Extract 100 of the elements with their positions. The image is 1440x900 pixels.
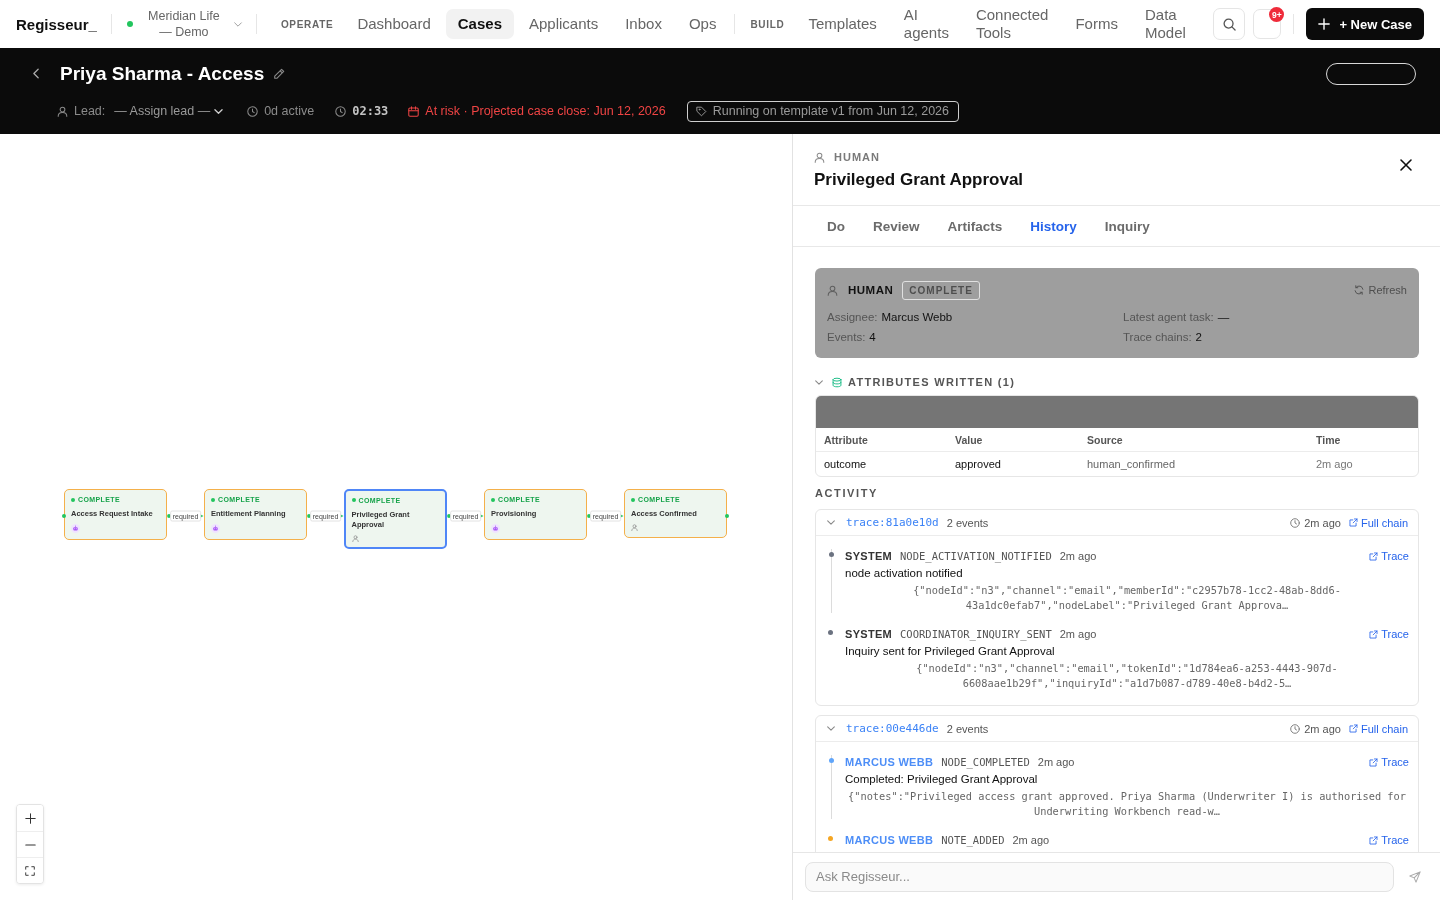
event-type: COORDINATOR_INQUIRY_SENT xyxy=(900,628,1052,640)
panel-tab[interactable]: Review xyxy=(859,206,934,246)
new-case-button[interactable]: + New Case xyxy=(1306,8,1424,40)
nav-link[interactable]: Applicants xyxy=(516,9,611,39)
user-icon xyxy=(827,284,838,296)
trace-link[interactable]: Trace xyxy=(1369,834,1409,846)
nav-link[interactable]: Inbox xyxy=(613,9,674,39)
nav-link[interactable]: Cases xyxy=(445,9,514,39)
external-link-icon xyxy=(1348,518,1358,527)
close-icon xyxy=(1400,159,1412,171)
lead-select[interactable]: — Assign lead — xyxy=(114,104,224,118)
nav-section-label: BUILD xyxy=(750,18,785,30)
plus-icon xyxy=(24,812,36,824)
trace-id: trace:81a0e10d xyxy=(846,516,939,529)
status-dot-icon xyxy=(71,497,75,502)
fit-view-button[interactable] xyxy=(17,857,43,883)
status-dot-icon xyxy=(126,21,133,27)
event-payload: {"nodeId":"n3","channel":"email","memberId":"c2957b78-1cc2-48ab-8dd6-43a1dc0efab7","nodeLabel":"Privileged Grant Approva… xyxy=(912,583,1342,613)
event-summary: Completed: Privileged Grant Approval xyxy=(845,772,1039,786)
user-icon xyxy=(57,105,68,117)
chevron-down-icon[interactable] xyxy=(827,520,835,525)
panel-tab[interactable]: History xyxy=(1016,206,1091,246)
nav-link[interactable]: Dashboard xyxy=(345,9,443,39)
status-dot-icon xyxy=(211,497,215,502)
full-chain-link[interactable]: Full chain xyxy=(1348,516,1408,529)
back-button[interactable] xyxy=(33,68,39,79)
status-dot-icon xyxy=(631,497,635,502)
trace-id: trace:00e446de xyxy=(846,722,939,735)
chat-input[interactable]: Ask Regisseur... xyxy=(805,861,1394,892)
case-timer: 02:33 xyxy=(352,104,389,118)
section-title: ACTIVITY xyxy=(815,487,879,499)
nav-link[interactable]: AI agents xyxy=(891,0,961,48)
field-label: Assignee: xyxy=(827,311,878,323)
clock-icon xyxy=(335,105,347,117)
nav-link[interactable]: Connected Tools xyxy=(963,0,1061,48)
send-button[interactable] xyxy=(1409,870,1421,883)
event-type: NODE_COMPLETED xyxy=(941,756,1030,768)
robot-icon xyxy=(491,524,500,533)
search-button[interactable] xyxy=(1213,8,1246,40)
event-time: 2m ago xyxy=(1037,756,1075,768)
field-label: Latest agent task: xyxy=(1123,311,1214,323)
panel-title: Privileged Grant Approval xyxy=(814,169,1024,191)
column-header: Attribute xyxy=(824,433,869,446)
section-toggle[interactable]: ATTRIBUTES WRITTEN (1) xyxy=(815,374,1016,390)
table-cell-text: 2m ago xyxy=(1316,458,1354,470)
column-header: Time xyxy=(1316,433,1342,446)
person-icon xyxy=(631,524,638,531)
external-link-icon xyxy=(1369,835,1379,845)
clock-icon xyxy=(1290,723,1301,734)
trace-link[interactable]: Trace xyxy=(1369,628,1409,640)
trace-link[interactable]: Trace xyxy=(1369,550,1409,562)
nav-link[interactable]: Templates xyxy=(796,9,889,39)
plus-icon xyxy=(1318,18,1331,30)
event-summary: Inquiry sent for Privileged Grant Approval xyxy=(845,644,1056,658)
send-icon xyxy=(1409,870,1421,883)
event-count: 2 events xyxy=(946,516,989,529)
user-icon xyxy=(814,151,825,163)
minus-icon xyxy=(24,843,36,846)
table-cell-text: human_confirmed xyxy=(1087,458,1177,470)
trace-time: 2m ago xyxy=(1304,722,1341,735)
zoom-in-button[interactable] xyxy=(17,805,43,831)
field-value: 2 xyxy=(1195,331,1202,343)
pencil-icon[interactable] xyxy=(273,67,286,80)
event-actor: MARCUS WEBB xyxy=(845,834,934,846)
table-cell-text: outcome xyxy=(824,458,868,470)
nav-link[interactable]: Data Model xyxy=(1132,0,1198,48)
tag-icon xyxy=(695,105,707,117)
nav-link[interactable]: Ops xyxy=(676,9,729,39)
external-link-icon xyxy=(1348,724,1358,733)
panel-tab[interactable]: Artifacts xyxy=(933,206,1017,246)
chevron-down-icon xyxy=(214,108,224,114)
nav-link[interactable]: Forms xyxy=(1063,9,1130,39)
search-icon xyxy=(1222,17,1236,31)
node-kind-label: HUMAN xyxy=(834,151,880,163)
robot-icon xyxy=(71,524,80,533)
close-button[interactable] xyxy=(1400,159,1412,171)
event-time: 2m ago xyxy=(1012,834,1050,846)
panel-tab[interactable]: Do xyxy=(813,206,859,246)
status-dot-icon xyxy=(491,497,495,502)
notifications-button[interactable]: 9+ xyxy=(1253,9,1282,39)
column-header: Value xyxy=(955,433,984,446)
active-duration: 0d active xyxy=(264,104,315,118)
app-logo[interactable]: Regisseur_ xyxy=(16,15,97,33)
full-chain-link[interactable]: Full chain xyxy=(1348,722,1408,735)
field-value: — xyxy=(1217,311,1230,323)
clock-icon xyxy=(247,105,259,117)
trace-link[interactable]: Trace xyxy=(1369,756,1409,768)
nav-section-label: OPERATE xyxy=(280,18,334,30)
template-label: Running on template v1 from Jun 12, 2026 xyxy=(712,104,949,118)
event-actor: SYSTEM xyxy=(845,628,893,640)
refresh-button[interactable]: Refresh xyxy=(1354,284,1407,296)
event-summary: node activation notified xyxy=(845,566,964,580)
workspace-switcher[interactable]: Meridian Life — Demo xyxy=(126,8,242,40)
panel-tab[interactable]: Inquiry xyxy=(1090,206,1164,246)
external-link-icon xyxy=(1369,551,1379,561)
chevron-down-icon[interactable] xyxy=(827,726,835,731)
external-link-icon xyxy=(1369,757,1379,767)
notification-badge: 9+ xyxy=(1269,7,1285,22)
event-payload: {"notes":"Privileged access grant approved. Priya Sharma (Underwriter I) is authorised for Underwriting Workbench read-w… xyxy=(847,789,1407,819)
refresh-icon xyxy=(1354,285,1365,295)
